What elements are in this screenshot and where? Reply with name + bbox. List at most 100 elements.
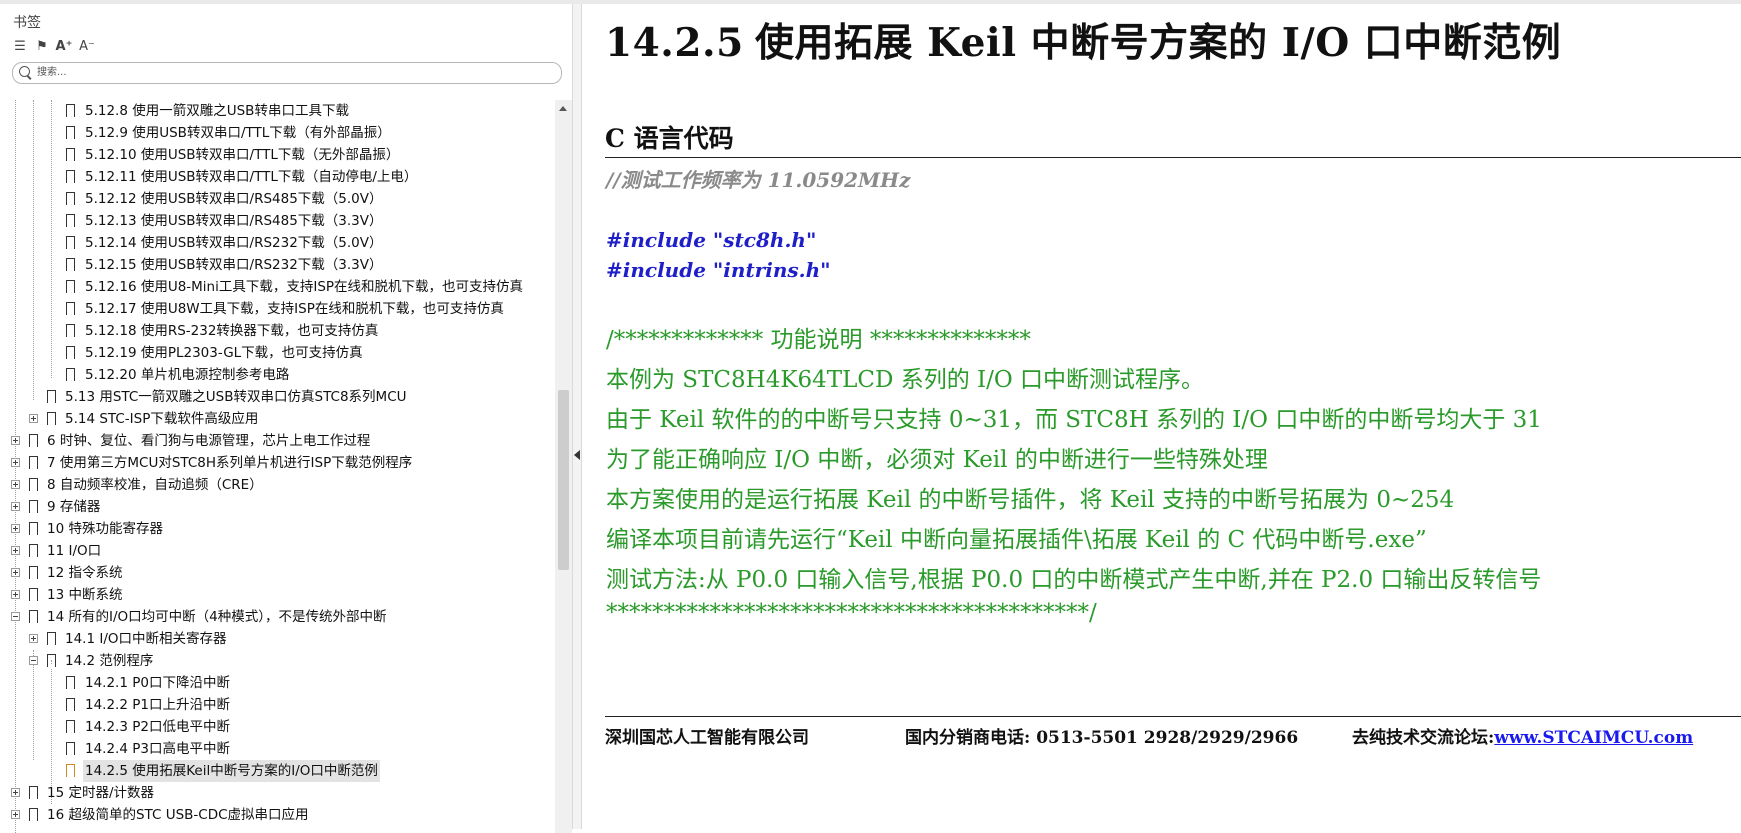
bookmark-label: 5.12.10 使用USB转双串口/TTL下载（无外部晶振） <box>85 147 400 163</box>
code-comment-line: 测试方法:从 P0.0 口输入信号,根据 P0.0 口的中断模式产生中断,并在 … <box>606 567 1542 593</box>
vertical-scrollbar[interactable] <box>555 100 572 833</box>
bookmark-label: 13 中断系统 <box>47 587 123 603</box>
expand-toggle[interactable] <box>11 568 20 577</box>
collapse-pane-icon[interactable] <box>574 450 580 460</box>
expand-toggle[interactable] <box>11 436 20 445</box>
font-decrease-icon[interactable]: A⁻ <box>78 38 96 56</box>
bookmark-icon <box>29 456 38 470</box>
bookmark-icon <box>47 632 56 646</box>
footer-phone: 国内分销商电话: 0513-5501 2928/2929/2966 <box>905 728 1299 748</box>
bookmark-label: 14.2 范例程序 <box>65 653 154 669</box>
bookmark-icon <box>29 500 38 514</box>
expand-toggle[interactable] <box>11 788 20 797</box>
code-comment-line: //测试工作频率为 11.0592MHz <box>606 168 911 192</box>
bookmark-icon <box>47 412 56 426</box>
section-heading: 14.2.5 使用拓展 Keil 中断号方案的 I/O 口中断范例 <box>605 12 1561 68</box>
section-title: 使用拓展 Keil 中断号方案的 I/O 口中断范例 <box>755 20 1562 66</box>
scroll-up-icon[interactable] <box>559 106 567 111</box>
bookmark-label: 5.12.9 使用USB转双串口/TTL下载（有外部晶振） <box>85 125 391 141</box>
bookmark-icon <box>66 192 75 206</box>
code-comment-line: 由于 Keil 软件的的中断号只支持 0~31，而 STC8H 系列的 I/O … <box>606 407 1542 433</box>
expand-toggle[interactable] <box>11 546 20 555</box>
bookmark-icon <box>29 478 38 492</box>
tree-line <box>33 650 34 760</box>
bookmark-label: 5.12.16 使用U8-Mini工具下载，支持ISP在线和脱机下载，也可支持仿… <box>85 279 524 295</box>
bookmark-icon <box>66 346 75 360</box>
bookmark-label: 5.12.8 使用一箭双雕之USB转串口工具下载 <box>85 103 349 119</box>
bookmark-label: 5.12.11 使用USB转双串口/TTL下载（自动停电/上电） <box>85 169 418 185</box>
bookmark-label: 5.12.14 使用USB转双串口/RS232下载（5.0V） <box>85 235 383 251</box>
bookmark-options-icon[interactable]: ⚑ <box>33 38 51 56</box>
collapse-toggle[interactable] <box>11 612 20 621</box>
bookmark-label: 14.2.4 P3口高电平中断 <box>85 741 230 757</box>
expand-toggle[interactable] <box>11 480 20 489</box>
footer-rule <box>605 716 1741 717</box>
bookmark-label: 14.2.5 使用拓展Keil中断号方案的I/O口中断范例 <box>83 760 380 782</box>
bookmark-icon <box>47 654 56 668</box>
code-include-line: #include "intrins.h" <box>606 258 831 282</box>
expand-toggle[interactable] <box>11 590 20 599</box>
bookmark-label: 14 所有的I/O口均可中断（4种模式），不是传统外部中断 <box>47 609 387 625</box>
bookmark-icon <box>66 324 75 338</box>
bookmark-label: 6 时钟、复位、看门狗与电源管理，芯片上电工作过程 <box>47 433 371 449</box>
search-placeholder: 搜索... <box>37 67 67 78</box>
bookmark-icon <box>66 764 75 778</box>
bookmark-icon <box>29 566 38 580</box>
code-comment-line: 本例为 STC8H4K64TLCD 系列的 I/O 口中断测试程序。 <box>606 367 1205 393</box>
bookmark-icon <box>66 126 75 140</box>
expand-toggle[interactable] <box>11 524 20 533</box>
bookmark-label: 5.12.20 单片机电源控制参考电路 <box>85 367 290 383</box>
bookmark-label: 11 I/O口 <box>47 543 102 559</box>
bookmark-label: 5.12.13 使用USB转双串口/RS485下载（3.3V） <box>85 213 383 229</box>
expand-toggle[interactable] <box>11 502 20 511</box>
font-increase-icon[interactable]: A⁺ <box>55 38 73 56</box>
bookmark-label: 8 自动频率校准，自动追频（CRE） <box>47 477 263 493</box>
pane-splitter[interactable] <box>572 4 582 829</box>
bookmark-label: 16 超级简单的STC USB-CDC虚拟串口应用 <box>47 807 309 823</box>
footer-company: 深圳国芯人工智能有限公司 <box>605 728 809 748</box>
scrollbar-thumb[interactable] <box>558 390 569 570</box>
bookmark-icon <box>66 214 75 228</box>
bookmark-label: 5.12.18 使用RS-232转换器下载，也可支持仿真 <box>85 323 379 339</box>
bookmark-label: 14.2.1 P0口下降沿中断 <box>85 675 230 691</box>
expand-toggle[interactable] <box>11 810 20 819</box>
bookmark-label: 5.12.19 使用PL2303-GL下载，也可支持仿真 <box>85 345 363 361</box>
tree-line <box>51 100 52 378</box>
bookmark-label: 5.14 STC-ISP下载软件高级应用 <box>65 411 259 427</box>
bookmark-label: 9 存储器 <box>47 499 101 515</box>
section-number: 14.2.5 <box>605 20 744 66</box>
bookmark-icon <box>66 302 75 316</box>
bookmark-label: 5.12.17 使用U8W工具下载，支持ISP在线和脱机下载，也可支持仿真 <box>85 301 504 317</box>
footer-forum: 去纯技术交流论坛:www.STCAIMCU.com <box>1352 723 1693 748</box>
bookmark-icon <box>29 544 38 558</box>
expand-toggle[interactable] <box>29 634 38 643</box>
subheading: C 语言代码 <box>605 124 734 153</box>
bookmark-label: 5.12.15 使用USB转双串口/RS232下载（3.3V） <box>85 257 383 273</box>
bookmark-icon <box>29 434 38 448</box>
bookmark-label: 5.13 用STC一箭双雕之USB转双串口仿真STC8系列MCU <box>65 389 407 405</box>
expand-toggle[interactable] <box>29 414 38 423</box>
bookmark-icon <box>66 170 75 184</box>
bookmark-label: 7 使用第三方MCU对STC8H系列单片机进行ISP下载范例程序 <box>47 455 413 471</box>
bookmark-icon <box>29 808 38 822</box>
forum-link[interactable]: www.STCAIMCU.com <box>1494 728 1693 748</box>
bookmark-icon <box>66 148 75 162</box>
search-input[interactable]: 搜索... <box>12 62 562 84</box>
bookmark-icon <box>66 104 75 118</box>
bookmark-icon <box>66 258 75 272</box>
bookmark-label: 14.2.2 P1口上升沿中断 <box>85 697 230 713</box>
bookmark-label: 12 指令系统 <box>47 565 123 581</box>
document-page: 14.2.5 使用拓展 Keil 中断号方案的 I/O 口中断范例 C 语言代码 … <box>582 4 1741 829</box>
bookmark-label: 14.1 I/O口中断相关寄存器 <box>65 631 227 647</box>
bookmark-icon <box>29 610 38 624</box>
bookmark-icon <box>29 588 38 602</box>
bookmark-label: 15 定时器/计数器 <box>47 785 155 801</box>
code-comment-line: 本方案使用的是运行拓展 Keil 的中断号插件，将 Keil 支持的中断号拓展为… <box>606 487 1455 513</box>
expand-all-icon[interactable]: ☰ <box>11 38 29 56</box>
expand-toggle[interactable] <box>11 458 20 467</box>
code-comment-line: 为了能正确响应 I/O 中断，必须对 Keil 的中断进行一些特殊处理 <box>606 447 1268 473</box>
pane-title: 书签 <box>13 15 41 31</box>
code-include-line: #include "stc8h.h" <box>606 228 817 252</box>
collapse-toggle[interactable] <box>29 656 38 665</box>
bookmark-label: 5.12.12 使用USB转双串口/RS485下载（5.0V） <box>85 191 383 207</box>
